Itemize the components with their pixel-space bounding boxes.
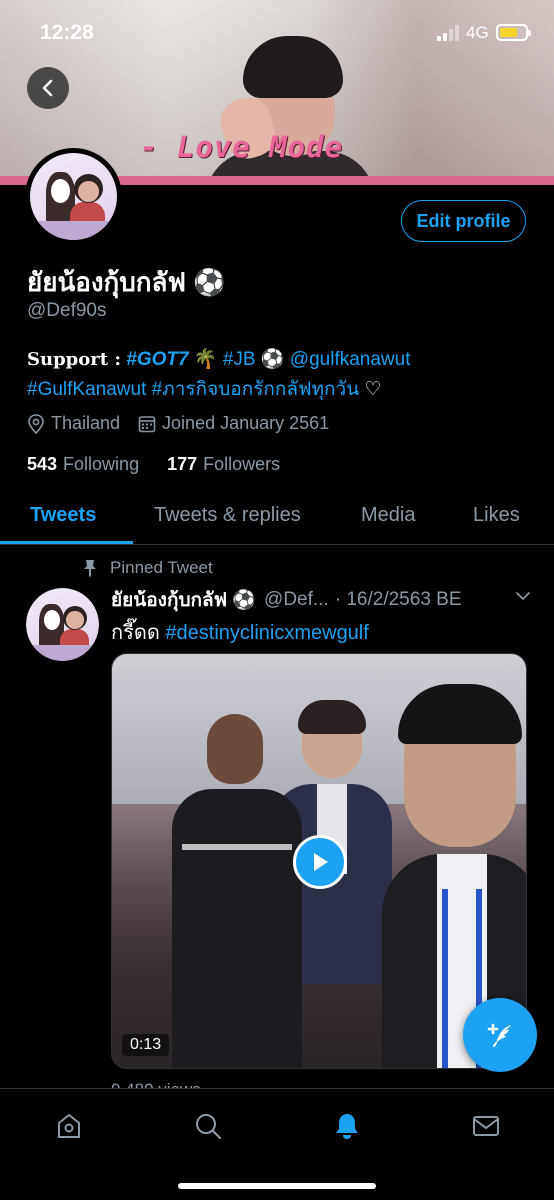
play-button[interactable] [293,835,347,889]
messages-mail-icon [473,1116,499,1136]
followers-link[interactable]: 177 Followers [167,454,280,475]
profile-handle: @Def90s [27,300,107,321]
joined-text: Joined January 2561 [162,413,330,433]
tab-media[interactable]: Media [361,504,415,527]
status-time: 12:28 [40,21,94,44]
profile-joined: Joined January 2561 [138,413,329,434]
bio-hashtag-got7[interactable]: #GOT7 [126,349,188,370]
following-count: 543 [27,454,58,474]
video-person-guard [172,714,302,1068]
chevron-down-icon[interactable] [515,591,531,601]
banner-caption: - Love Mode [140,130,344,164]
profile-meta: Thailand Joined January 2561 [27,413,347,434]
notifications-bell-icon [336,1114,358,1139]
back-button[interactable] [27,67,69,109]
bio-palm-emoji: 🌴 [193,349,218,370]
bio-ball-emoji: ⚽️ [260,349,285,370]
following-label: Following [63,454,140,474]
home-icon [58,1113,80,1138]
bio-hashtag-jb[interactable]: #JB [223,349,256,370]
banner-sign [0,100,40,130]
battery-icon [496,24,531,41]
pinned-tweet-label: Pinned Tweet [82,558,213,578]
profile-bio: Support : #GOT7 🌴 #JB ⚽️ @gulfkanawut #G… [27,345,537,405]
pin-icon [84,560,96,577]
back-icon [42,79,53,97]
video-duration: 0:13 [122,1034,170,1056]
profile-display-name: ยัยน้องกุ้บกลัฟ ⚽️ [27,267,226,297]
status-bar: 12:28 4G [0,0,554,64]
tweet-text: กรี๊ดด #destinyclinicxmewgulf [111,616,369,648]
play-icon [314,853,328,871]
tweet-text-prefix: กรี๊ดด [111,622,160,644]
profile-avatar[interactable] [25,148,122,245]
profile-tabs: Tweets Tweets & replies Media Likes [0,490,554,545]
tweet-author-handle[interactable]: @Def... [264,589,329,611]
tab-tweets-and-replies[interactable]: Tweets & replies [154,504,301,527]
search-icon [196,1114,222,1140]
pinned-text: Pinned Tweet [110,558,213,577]
nav-home[interactable] [49,1109,89,1143]
compose-tweet-icon [487,1023,511,1047]
followers-count: 177 [167,454,198,474]
tab-likes[interactable]: Likes [473,504,520,527]
tweet-author-name[interactable]: ยัยน้องกุ้บกลัฟ ⚽️ [111,585,256,615]
bio-mention[interactable]: @gulfkanawut [290,349,411,370]
tweet-date[interactable]: · 16/2/2563 BE [335,589,462,611]
signal-icon [437,25,459,41]
bio-hashtag-thai[interactable]: #ภารกิจบอกรักกลัฟทุกวัน [152,379,360,400]
nav-search[interactable] [188,1109,228,1143]
active-tab-indicator [0,541,133,544]
tweet-video[interactable]: 0:13 [111,653,527,1069]
tweet-header: ยัยน้องกุ้บกลัฟ ⚽️ @Def... · 16/2/2563 B… [111,585,531,615]
edit-profile-button[interactable]: Edit profile [401,200,526,242]
compose-tweet-button[interactable] [463,998,537,1072]
tab-tweets[interactable]: Tweets [30,504,96,527]
location-pin-icon [28,413,44,434]
bio-support-label: Support : [27,349,121,370]
followers-label: Followers [203,454,281,474]
bio-heart: ♡ [364,379,382,400]
nav-messages[interactable] [466,1109,506,1143]
home-indicator [178,1183,376,1189]
profile-location: Thailand [27,413,120,434]
tweet-author-avatar[interactable] [26,588,99,661]
following-link[interactable]: 543 Following [27,454,139,475]
bio-hashtag-gulfkanawut[interactable]: #GulfKanawut [27,379,146,400]
calendar-icon [138,415,156,432]
follow-counts: 543 Following 177 Followers [27,454,308,475]
tweet-hashtag[interactable]: #destinyclinicxmewgulf [165,622,368,644]
network-type: 4G [466,23,489,42]
nav-notifications[interactable] [327,1109,367,1143]
location-text: Thailand [51,413,121,433]
